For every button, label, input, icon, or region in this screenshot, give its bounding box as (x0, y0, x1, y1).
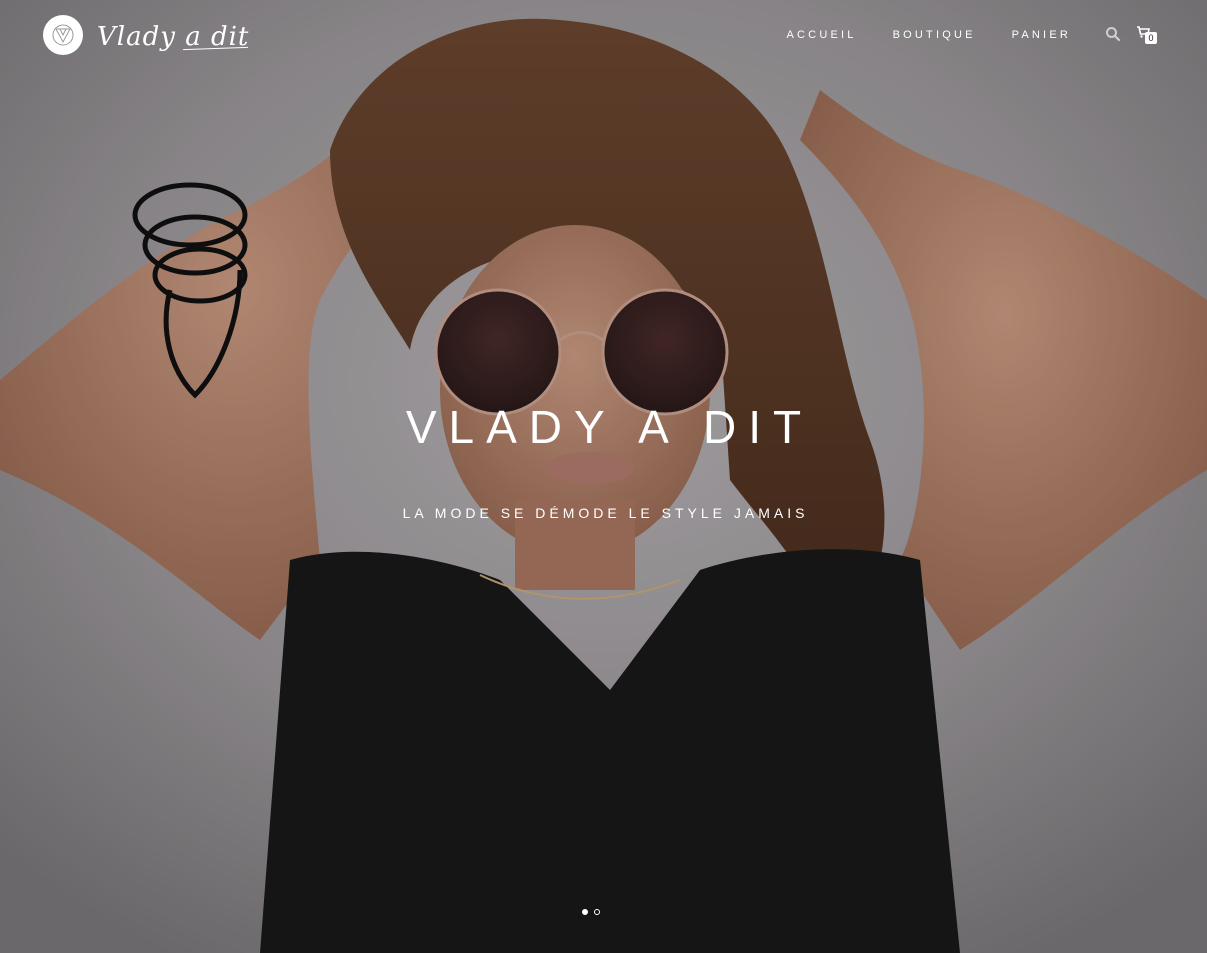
cart-button[interactable]: 0 (1136, 25, 1158, 45)
main-navigation: ACCUEIL BOUTIQUE PANIER (787, 29, 1072, 41)
site-logo[interactable]: Vlady a dit (43, 15, 249, 55)
nav-item-boutique[interactable]: BOUTIQUE (893, 29, 976, 41)
site-header: Vlady a dit ACCUEIL BOUTIQUE PANIER 0 (0, 0, 1207, 70)
search-icon[interactable] (1105, 26, 1121, 42)
slider-dot-1[interactable] (582, 909, 588, 915)
slider-pagination (582, 909, 600, 915)
triangle-crest-icon (43, 15, 83, 55)
hero-subtitle: LA MODE SE DÉMODE LE STYLE JAMAIS (402, 505, 809, 521)
hero-dark-overlay (0, 0, 1207, 953)
slider-dot-2[interactable] (594, 909, 600, 915)
hero-slider: Vlady a dit ACCUEIL BOUTIQUE PANIER 0 VL… (0, 0, 1207, 953)
cart-count-badge: 0 (1145, 32, 1157, 44)
hero-title: VLADY A DIT (405, 401, 814, 453)
nav-item-panier[interactable]: PANIER (1012, 29, 1071, 41)
nav-item-accueil[interactable]: ACCUEIL (787, 29, 857, 41)
